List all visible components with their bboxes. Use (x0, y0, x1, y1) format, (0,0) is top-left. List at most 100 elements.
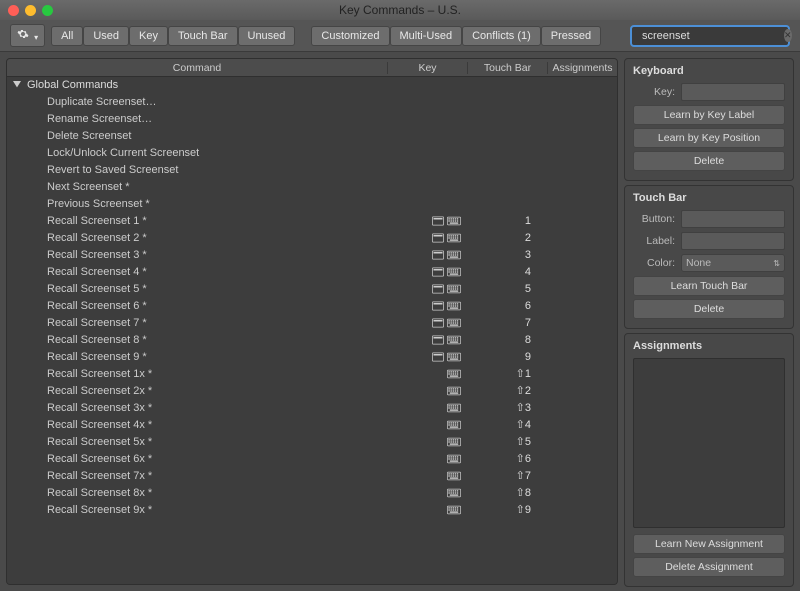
filter-touch-bar[interactable]: Touch Bar (168, 26, 238, 46)
learn-new-assignment-button[interactable]: Learn New Assignment (633, 534, 785, 554)
filter-pressed[interactable]: Pressed (541, 26, 601, 46)
keyboard-icon (447, 488, 461, 498)
updown-icon: ⇅ (773, 259, 780, 268)
command-row[interactable]: Recall Screenset 3x * ⇧3 (7, 399, 617, 416)
command-label: Recall Screenset 4 * (47, 266, 387, 278)
command-label: Recall Screenset 8x * (47, 487, 387, 499)
chevron-down-icon: ▾ (34, 33, 38, 42)
filter-unused[interactable]: Unused (238, 26, 296, 46)
command-row[interactable]: Recall Screenset 5x *⇧5 (7, 433, 617, 450)
command-label: Recall Screenset 3 * (47, 249, 387, 261)
table-header: Command Key Touch Bar Assignments (7, 59, 617, 77)
command-label: Recall Screenset 1x * (47, 368, 387, 380)
command-row[interactable]: Revert to Saved Screenset (7, 161, 617, 178)
filter-all[interactable]: All (51, 26, 83, 46)
command-row[interactable]: Recall Screenset 3 * 3 (7, 246, 617, 263)
command-row[interactable]: Lock/Unlock Current Screenset (7, 144, 617, 161)
key-text: 4 (517, 266, 531, 278)
keyboard-icon (447, 403, 461, 413)
touchbar-icon (432, 216, 444, 226)
filter-customized[interactable]: Customized (311, 26, 389, 46)
command-row[interactable]: Recall Screenset 2 *2 (7, 229, 617, 246)
command-label: Rename Screenset… (47, 113, 387, 125)
command-row[interactable]: Recall Screenset 2x * ⇧2 (7, 382, 617, 399)
command-row[interactable]: Recall Screenset 9 *9 (7, 348, 617, 365)
group-row[interactable]: Global Commands (7, 77, 617, 93)
command-row[interactable]: Rename Screenset… (7, 110, 617, 127)
key-text: 5 (517, 283, 531, 295)
key-text: 2 (517, 232, 531, 244)
keyboard-panel: Keyboard Key: Learn by Key Label Learn b… (624, 58, 794, 181)
command-label: Recall Screenset 6 * (47, 300, 387, 312)
learn-by-key-position-button[interactable]: Learn by Key Position (633, 128, 785, 148)
search-field[interactable]: ✕ (630, 25, 790, 47)
learn-touch-bar-button[interactable]: Learn Touch Bar (633, 276, 785, 296)
command-row[interactable]: Recall Screenset 8x * ⇧8 (7, 484, 617, 501)
command-row[interactable]: Recall Screenset 8 *8 (7, 331, 617, 348)
color-select-value: None (686, 257, 711, 269)
command-row[interactable]: Recall Screenset 1x *⇧1 (7, 365, 617, 382)
learn-by-key-label-button[interactable]: Learn by Key Label (633, 105, 785, 125)
command-row[interactable]: Recall Screenset 6 * 6 (7, 297, 617, 314)
filter-conflicts-1-[interactable]: Conflicts (1) (462, 26, 541, 46)
key-text: ⇧3 (516, 401, 531, 414)
key-text: ⇧9 (516, 503, 531, 516)
command-row[interactable]: Previous Screenset * (7, 195, 617, 212)
color-field-label: Color: (633, 257, 675, 269)
column-command[interactable]: Command (7, 62, 387, 74)
key-text: ⇧6 (516, 452, 531, 465)
color-select[interactable]: None ⇅ (681, 254, 785, 272)
command-row[interactable]: Recall Screenset 5 *5 (7, 280, 617, 297)
touchbar-icon (432, 250, 444, 260)
key-text: ⇧2 (516, 384, 531, 397)
keyboard-icon (447, 420, 461, 430)
command-label: Duplicate Screenset… (47, 96, 387, 108)
label-field[interactable] (681, 232, 785, 250)
clear-search-icon[interactable]: ✕ (784, 29, 792, 42)
search-input[interactable] (642, 30, 784, 42)
keyboard-icon (447, 250, 461, 260)
command-label: Recall Screenset 6x * (47, 453, 387, 465)
command-row[interactable]: Recall Screenset 7 *7 (7, 314, 617, 331)
command-row[interactable]: Duplicate Screenset… (7, 93, 617, 110)
column-touchbar[interactable]: Touch Bar (467, 62, 547, 74)
delete-key-button[interactable]: Delete (633, 151, 785, 171)
key-field[interactable] (681, 83, 785, 101)
command-label: Recall Screenset 2x * (47, 385, 387, 397)
assignments-list[interactable] (633, 358, 785, 528)
command-label: Recall Screenset 5x * (47, 436, 387, 448)
key-text: 3 (517, 249, 531, 261)
filter-multi-used[interactable]: Multi-Used (390, 26, 463, 46)
command-row[interactable]: Recall Screenset 4x *⇧4 (7, 416, 617, 433)
filter-used[interactable]: Used (83, 26, 129, 46)
key-text: ⇧4 (516, 418, 531, 431)
key-text: 6 (517, 300, 531, 312)
column-assignments[interactable]: Assignments (547, 62, 617, 74)
key-text: 7 (517, 317, 531, 329)
keyboard-icon (447, 216, 461, 226)
command-label: Recall Screenset 7x * (47, 470, 387, 482)
button-field[interactable] (681, 210, 785, 228)
key-text: ⇧8 (516, 486, 531, 499)
filter-key[interactable]: Key (129, 26, 168, 46)
keyboard-panel-title: Keyboard (633, 65, 785, 77)
delete-touch-bar-button[interactable]: Delete (633, 299, 785, 319)
command-label: Recall Screenset 3x * (47, 402, 387, 414)
command-row[interactable]: Next Screenset * (7, 178, 617, 195)
command-label: Recall Screenset 8 * (47, 334, 387, 346)
command-row[interactable]: Recall Screenset 7x *⇧7 (7, 467, 617, 484)
command-row[interactable]: Delete Screenset (7, 127, 617, 144)
delete-assignment-button[interactable]: Delete Assignment (633, 557, 785, 577)
command-row[interactable]: Recall Screenset 6x * ⇧6 (7, 450, 617, 467)
touchbar-icon (432, 284, 444, 294)
command-row[interactable]: Recall Screenset 4 * 4 (7, 263, 617, 280)
command-row[interactable]: Recall Screenset 9x * ⇧9 (7, 501, 617, 518)
keyboard-icon (447, 505, 461, 515)
gear-menu-button[interactable]: ▾ (10, 24, 45, 47)
disclosure-triangle-icon (13, 81, 21, 89)
command-row[interactable]: Recall Screenset 1 *1 (7, 212, 617, 229)
command-label: Recall Screenset 9x * (47, 504, 387, 516)
touchbar-panel: Touch Bar Button: Label: Color: None ⇅ L… (624, 185, 794, 329)
keyboard-icon (447, 301, 461, 311)
column-key[interactable]: Key (387, 62, 467, 74)
